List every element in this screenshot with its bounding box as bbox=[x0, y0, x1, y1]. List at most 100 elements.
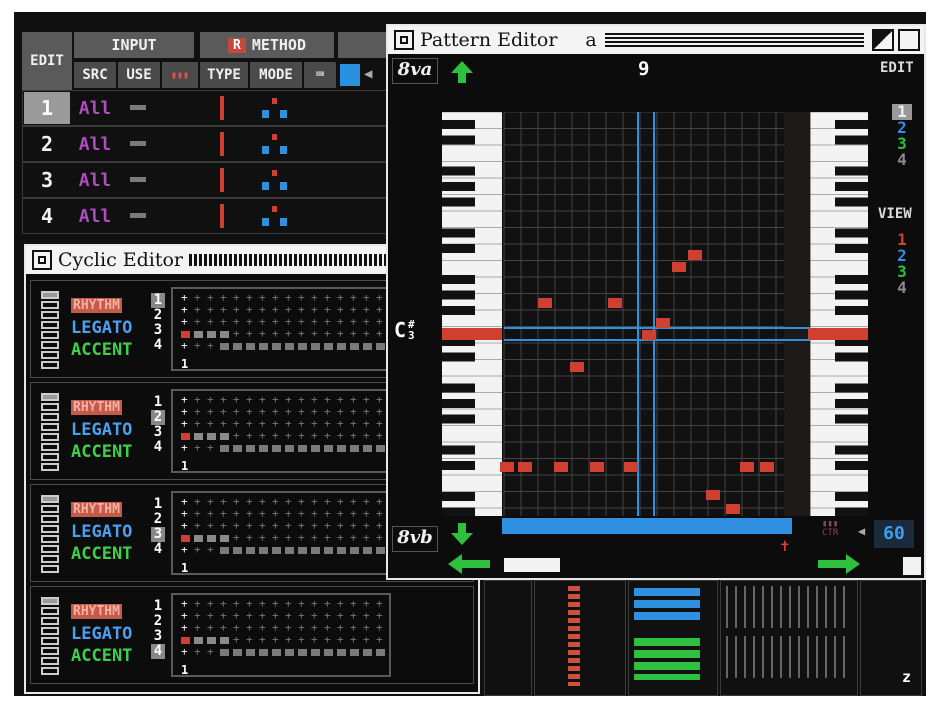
scroll-up-arrow-icon[interactable] bbox=[448, 58, 476, 86]
cyclic-track-number[interactable]: 2 bbox=[151, 614, 165, 629]
piano-roll[interactable] bbox=[442, 112, 868, 516]
octave-down-label[interactable]: 8vb bbox=[392, 526, 438, 552]
cyclic-track-number[interactable]: 3 bbox=[151, 629, 165, 644]
edit-track-number[interactable]: 4 bbox=[892, 152, 912, 168]
rhythm-label[interactable]: RHYTHM bbox=[71, 604, 122, 619]
step-grid[interactable]: + + + + + + + + + + + + + + + + + + + + + + + + + + + + + + + + + + + + + + + +… bbox=[171, 593, 391, 677]
scroll-down-arrow-icon[interactable] bbox=[448, 520, 476, 548]
end-marker-icon[interactable]: ✝ bbox=[780, 536, 790, 555]
tempo-arrow-icon[interactable]: ◀ bbox=[858, 524, 865, 538]
cyclic-track-number[interactable]: 1 bbox=[151, 599, 165, 614]
close-box-icon[interactable] bbox=[32, 250, 52, 270]
cyclic-track-number[interactable]: 1 bbox=[151, 395, 165, 410]
edit-track-list[interactable]: 1234 bbox=[892, 104, 912, 168]
accent-label[interactable]: ACCENT bbox=[71, 441, 132, 463]
black-key bbox=[442, 244, 475, 253]
cyclic-row: RHYTHM LEGATO ACCENT 1234 + + + + + + + + + + + + + +… bbox=[30, 586, 474, 684]
legato-label[interactable]: LEGATO bbox=[71, 419, 132, 441]
use-header: USE bbox=[118, 62, 160, 88]
track-row bbox=[22, 90, 388, 126]
level-ladder-icon[interactable] bbox=[41, 495, 59, 575]
scroll-left-arrow-icon[interactable] bbox=[446, 552, 492, 576]
black-key bbox=[442, 166, 475, 176]
blue-bars-icon bbox=[634, 588, 700, 624]
cyclic-track-number[interactable]: 3 bbox=[151, 527, 165, 542]
pattern-editor-titlebar[interactable]: Pattern Editor a bbox=[388, 26, 924, 54]
cyclic-track-number[interactable]: 4 bbox=[151, 542, 165, 557]
level-ladder-icon[interactable] bbox=[41, 597, 59, 677]
size-box-icon[interactable] bbox=[898, 29, 920, 51]
black-key bbox=[835, 275, 868, 284]
cyclic-track-number[interactable]: 2 bbox=[151, 410, 165, 425]
level-ladder-icon[interactable] bbox=[41, 291, 59, 371]
black-key bbox=[835, 399, 868, 408]
rhythm-label[interactable]: RHYTHM bbox=[71, 502, 122, 517]
black-key bbox=[835, 492, 868, 501]
note-letter: C bbox=[394, 318, 407, 342]
cyclic-track-number[interactable]: 4 bbox=[151, 338, 165, 353]
tempo-value[interactable]: 60 bbox=[874, 520, 914, 548]
black-key bbox=[442, 182, 475, 191]
src-header: SRC bbox=[74, 62, 116, 88]
speaker-icon[interactable]: ◀ bbox=[364, 66, 382, 84]
cyclic-track-number[interactable]: 2 bbox=[151, 512, 165, 527]
close-box-icon[interactable] bbox=[394, 30, 414, 50]
step-grid[interactable]: + + + + + + + + + + + + + + + + + + + + + + + + + + + + + + + + + + + + + + + +… bbox=[171, 287, 391, 371]
step-grid[interactable]: + + + + + + + + + + + + + + + + + + + + + + + + + + + + + + + + + + + + + + + +… bbox=[171, 389, 391, 473]
accent-label[interactable]: ACCENT bbox=[71, 339, 132, 361]
bottom-strip-a bbox=[484, 580, 532, 696]
black-key bbox=[442, 228, 475, 238]
cyclic-track-number[interactable]: 3 bbox=[151, 425, 165, 440]
level-ladder-icon[interactable] bbox=[41, 393, 59, 473]
scroll-right-arrow-icon[interactable] bbox=[816, 552, 862, 576]
octave-up-label[interactable]: 8va bbox=[392, 58, 438, 84]
black-key bbox=[442, 306, 475, 315]
title-drag-pattern bbox=[604, 33, 864, 47]
green-bars-icon bbox=[634, 638, 700, 680]
cyclic-track-number[interactable]: 1 bbox=[151, 497, 165, 512]
black-key bbox=[835, 290, 868, 300]
mode-header: MODE bbox=[250, 62, 302, 88]
black-key bbox=[835, 383, 868, 393]
ctr-icon[interactable]: ▮▮▮ CTR bbox=[822, 520, 854, 548]
instrument-icon[interactable] bbox=[340, 64, 360, 86]
rhythm-label[interactable]: RHYTHM bbox=[71, 298, 122, 313]
method-header: R METHOD bbox=[200, 32, 334, 58]
black-key bbox=[442, 383, 475, 393]
cyclic-track-number[interactable]: 1 bbox=[151, 293, 165, 308]
black-key bbox=[835, 306, 868, 315]
cyclic-track-number[interactable]: 4 bbox=[151, 644, 165, 659]
header-extra bbox=[338, 32, 388, 58]
note-block bbox=[518, 462, 532, 472]
accent-label[interactable]: ACCENT bbox=[71, 543, 132, 565]
cyclic-track-number[interactable]: 3 bbox=[151, 323, 165, 338]
view-track-number[interactable]: 4 bbox=[892, 280, 912, 296]
pattern-name: a bbox=[585, 29, 597, 51]
cyclic-track-number[interactable]: 4 bbox=[151, 440, 165, 455]
current-note-display: C # 3 bbox=[394, 318, 415, 342]
loop-length-bar[interactable] bbox=[502, 518, 792, 534]
note-block bbox=[672, 262, 686, 272]
rhythm-label[interactable]: RHYTHM bbox=[71, 400, 122, 415]
accent-label[interactable]: ACCENT bbox=[71, 645, 132, 667]
black-key bbox=[835, 197, 868, 207]
step-start-label: 1 bbox=[181, 459, 189, 473]
black-key bbox=[835, 414, 868, 424]
black-key bbox=[835, 120, 868, 129]
view-track-list[interactable]: 1234 bbox=[892, 232, 912, 296]
legato-label[interactable]: LEGATO bbox=[71, 521, 132, 543]
position-display: 9 bbox=[638, 58, 650, 80]
view-label: VIEW bbox=[878, 206, 912, 222]
resize-handle-icon[interactable] bbox=[902, 556, 922, 576]
black-key bbox=[442, 399, 475, 408]
horizontal-scroll-thumb[interactable] bbox=[504, 558, 560, 572]
step-grid[interactable]: + + + + + + + + + + + + + + + + + + + + + + + + + + + + + + + + + + + + + + + +… bbox=[171, 491, 391, 575]
note-block bbox=[760, 462, 774, 472]
cyclic-track-number[interactable]: 2 bbox=[151, 308, 165, 323]
legato-label[interactable]: LEGATO bbox=[71, 317, 132, 339]
black-key bbox=[835, 507, 868, 516]
red-ladder-icon bbox=[568, 586, 580, 686]
edit-header: EDIT bbox=[22, 32, 72, 90]
legato-label[interactable]: LEGATO bbox=[71, 623, 132, 645]
zoom-box-icon[interactable] bbox=[872, 29, 894, 51]
